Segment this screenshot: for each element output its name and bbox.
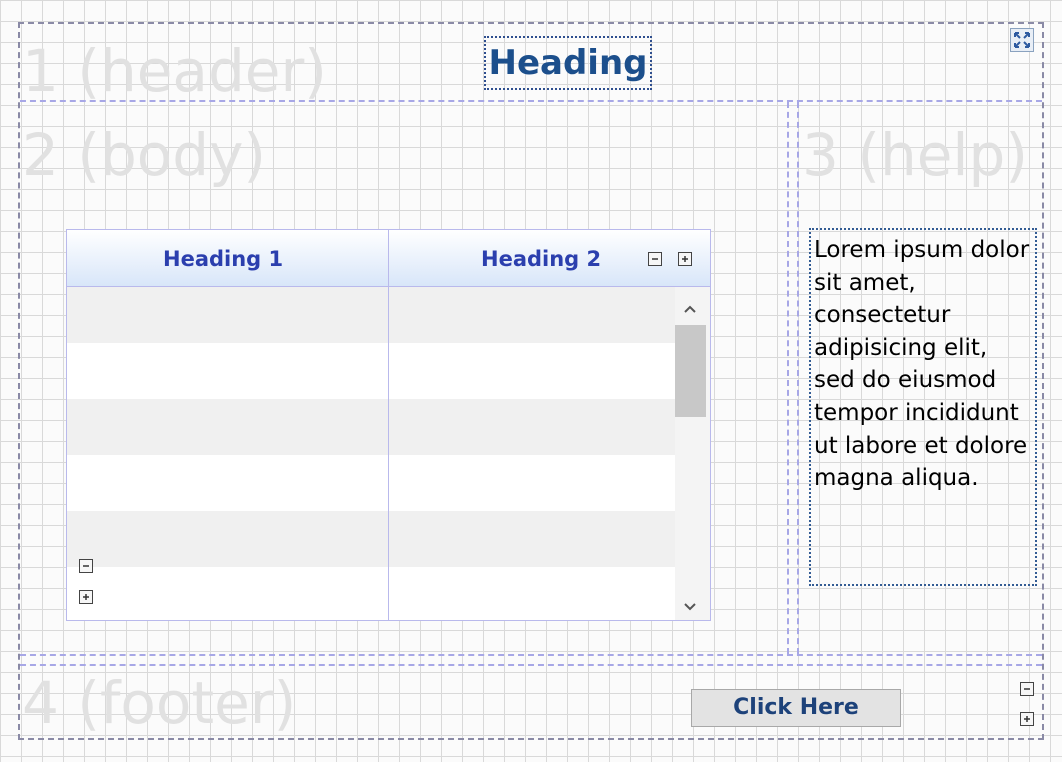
scroll-up-button[interactable] (679, 298, 701, 318)
table-row[interactable] (67, 567, 675, 620)
column-divider (388, 287, 389, 620)
table-row[interactable] (67, 287, 675, 344)
plus-box-icon (83, 594, 89, 600)
chevron-down-icon (684, 603, 696, 611)
data-table[interactable]: Heading 1 Heading 2 (66, 229, 711, 621)
minus-box-icon (652, 258, 658, 260)
footer-divider (20, 664, 1042, 666)
row-expand-button[interactable] (79, 590, 93, 604)
footer-expand-button[interactable] (1020, 712, 1034, 726)
expand-icon (1014, 32, 1030, 48)
footer-collapse-button[interactable] (1020, 682, 1034, 696)
column-header-2[interactable]: Heading 2 (481, 230, 601, 286)
column-header-1[interactable]: Heading 1 (163, 230, 283, 286)
table-row[interactable] (67, 511, 675, 568)
table-row[interactable] (67, 343, 675, 400)
help-left-border (797, 102, 799, 654)
help-panel-text: Lorem ipsum dolor sit amet, consectetur … (809, 228, 1037, 586)
table-row[interactable] (67, 455, 675, 512)
header-collapse-button[interactable] (648, 252, 662, 266)
plus-box-icon (682, 256, 688, 262)
scroll-down-button[interactable] (679, 596, 701, 616)
minus-box-icon (83, 565, 89, 567)
page-heading[interactable]: Heading (484, 36, 652, 90)
scrollbar-thumb[interactable] (675, 325, 706, 417)
header-divider (20, 100, 1042, 102)
body-right-border (787, 102, 789, 654)
table-row[interactable] (67, 399, 675, 456)
expand-button[interactable] (1010, 28, 1034, 52)
body-divider (20, 654, 1042, 656)
click-here-button[interactable]: Click Here (691, 689, 901, 727)
row-collapse-button[interactable] (79, 559, 93, 573)
header-expand-button[interactable] (678, 252, 692, 266)
minus-box-icon (1024, 688, 1030, 690)
chevron-up-icon (684, 305, 696, 313)
plus-box-icon (1024, 716, 1030, 722)
